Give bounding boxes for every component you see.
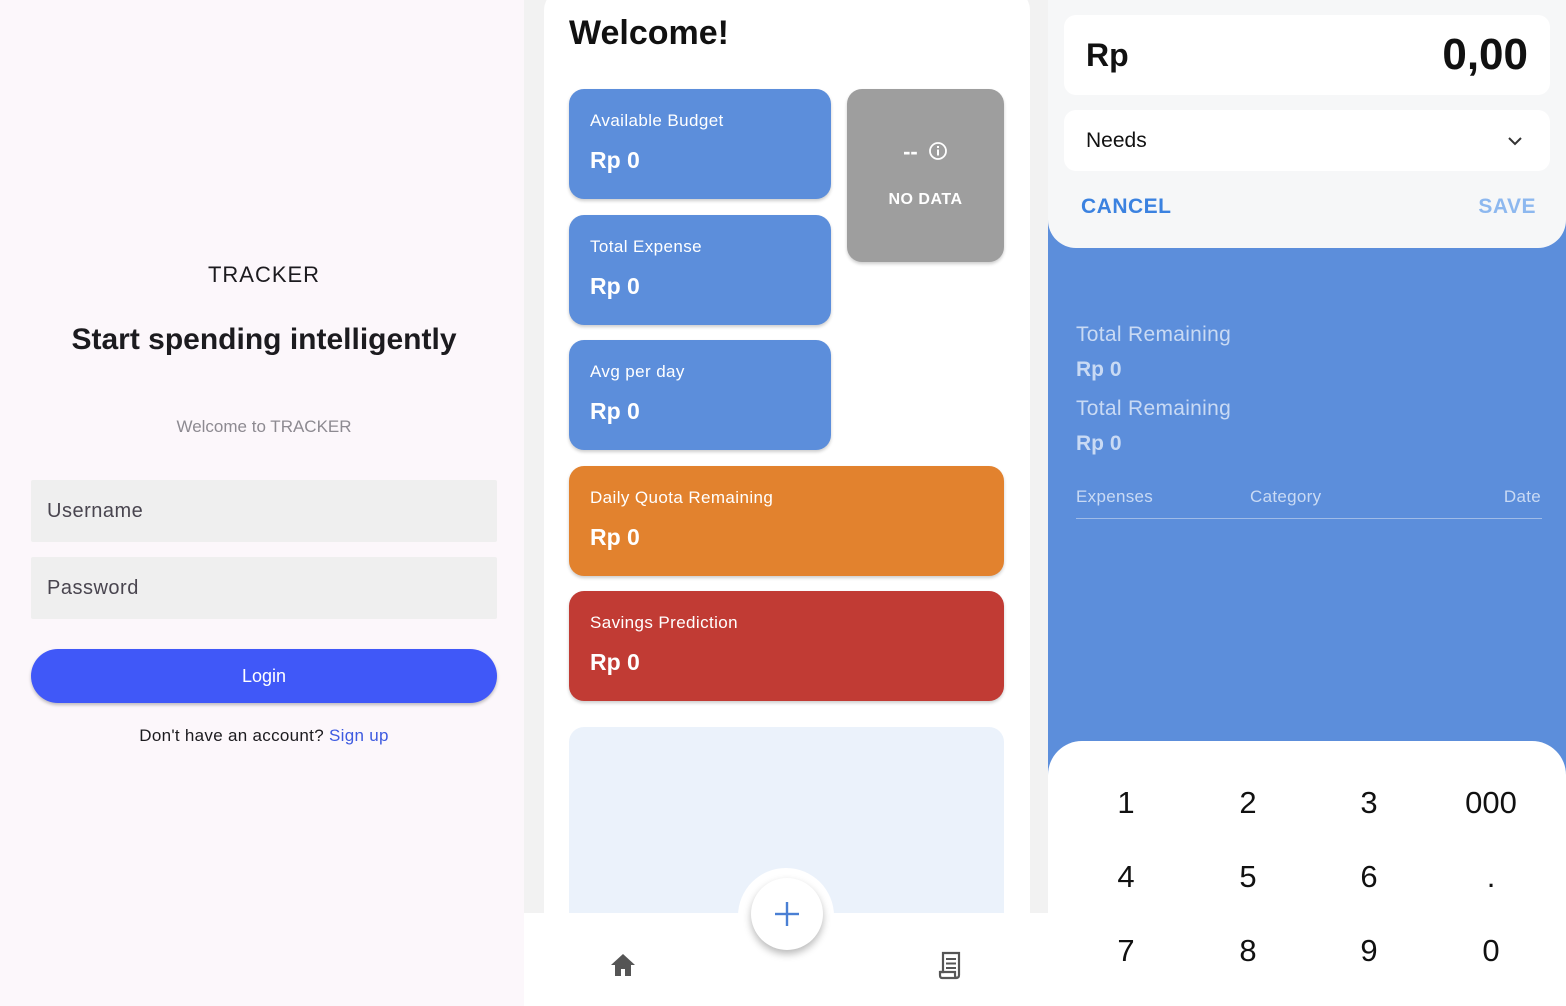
login-headline: Start spending intelligently xyxy=(71,323,457,356)
summary-label: Total Remaining xyxy=(1076,323,1232,346)
key-0[interactable]: 0 xyxy=(1446,923,1536,979)
stat-label: Avg per day xyxy=(590,362,685,381)
receipt-icon xyxy=(938,951,961,980)
key-2[interactable]: 2 xyxy=(1203,775,1293,831)
login-button[interactable]: Login xyxy=(31,649,497,703)
summary-value: Rp 0 xyxy=(1076,432,1122,455)
stat-value: Rp 0 xyxy=(590,524,640,550)
key-decimal[interactable]: . xyxy=(1446,849,1536,905)
available-budget-card[interactable]: Available Budget Rp 0 xyxy=(569,89,831,199)
info-icon xyxy=(928,142,947,160)
key-8[interactable]: 8 xyxy=(1203,923,1293,979)
no-data-dash: -- xyxy=(903,139,918,164)
stat-label: Available Budget xyxy=(590,111,724,130)
stat-value: Rp 0 xyxy=(590,649,640,675)
cancel-button[interactable]: CANCEL xyxy=(1081,195,1172,219)
summary-value: Rp 0 xyxy=(1076,358,1122,381)
no-data-card[interactable]: -- NO DATA xyxy=(847,89,1004,262)
nav-home-tab[interactable] xyxy=(608,950,638,980)
app-name: TRACKER xyxy=(207,262,321,287)
key-5[interactable]: 5 xyxy=(1203,849,1293,905)
currency-label: Rp xyxy=(1086,37,1129,73)
no-data-label: NO DATA xyxy=(888,191,963,208)
stat-value: Rp 0 xyxy=(590,147,640,173)
daily-quota-card[interactable]: Daily Quota Remaining Rp 0 xyxy=(569,466,1004,576)
no-data-indicator: -- xyxy=(847,139,1004,165)
add-expense-button[interactable] xyxy=(751,878,823,950)
add-expense-screen: Rp 0,00 Needs CANCEL SAVE Total Remainin… xyxy=(1048,0,1566,1006)
total-expense-card[interactable]: Total Expense Rp 0 xyxy=(569,215,831,325)
key-7[interactable]: 7 xyxy=(1081,923,1171,979)
category-dropdown[interactable]: Needs xyxy=(1064,110,1550,171)
signup-prompt: Don't have an account? Sign up xyxy=(0,726,528,746)
signup-link[interactable]: Sign up xyxy=(329,726,389,745)
amount-value: 0,00 xyxy=(1442,30,1528,79)
stat-value: Rp 0 xyxy=(590,398,640,424)
amount-display[interactable]: Rp 0,00 xyxy=(1064,15,1550,95)
login-subtitle: Welcome to TRACKER xyxy=(176,417,352,436)
chevron-down-icon xyxy=(1508,137,1522,146)
stat-value: Rp 0 xyxy=(590,273,640,299)
column-header-category: Category xyxy=(1250,487,1322,506)
summary-label: Total Remaining xyxy=(1076,397,1232,420)
stat-label: Total Expense xyxy=(590,237,702,256)
save-button[interactable]: SAVE xyxy=(1478,195,1536,219)
entry-sheet: Rp 0,00 Needs CANCEL SAVE xyxy=(1048,0,1566,248)
column-header-expenses: Expenses xyxy=(1076,487,1154,506)
avg-per-day-card[interactable]: Avg per day Rp 0 xyxy=(569,340,831,450)
page-title: Welcome! xyxy=(569,14,729,52)
plus-icon xyxy=(775,902,799,926)
login-screen: TRACKER Start spending intelligently Wel… xyxy=(0,0,524,1006)
dashboard-screen: Welcome! Available Budget Rp 0 Total Exp… xyxy=(524,0,1048,1006)
savings-prediction-card[interactable]: Savings Prediction Rp 0 xyxy=(569,591,1004,701)
key-000[interactable]: 000 xyxy=(1446,775,1536,831)
category-value: Needs xyxy=(1086,129,1147,152)
table-divider xyxy=(1076,518,1542,519)
password-input[interactable]: Password xyxy=(31,557,497,619)
key-3[interactable]: 3 xyxy=(1324,775,1414,831)
numeric-keypad: 1 2 3 000 4 5 6 . 7 8 9 0 xyxy=(1048,741,1566,1006)
key-9[interactable]: 9 xyxy=(1324,923,1414,979)
key-6[interactable]: 6 xyxy=(1324,849,1414,905)
key-1[interactable]: 1 xyxy=(1081,775,1171,831)
username-input[interactable]: Username xyxy=(31,480,497,542)
home-icon xyxy=(611,954,635,976)
stat-label: Daily Quota Remaining xyxy=(590,488,774,507)
no-account-text: Don't have an account? xyxy=(139,726,324,745)
nav-records-tab[interactable] xyxy=(936,950,966,980)
key-4[interactable]: 4 xyxy=(1081,849,1171,905)
stat-label: Savings Prediction xyxy=(590,613,738,632)
column-header-date: Date xyxy=(1503,487,1541,506)
